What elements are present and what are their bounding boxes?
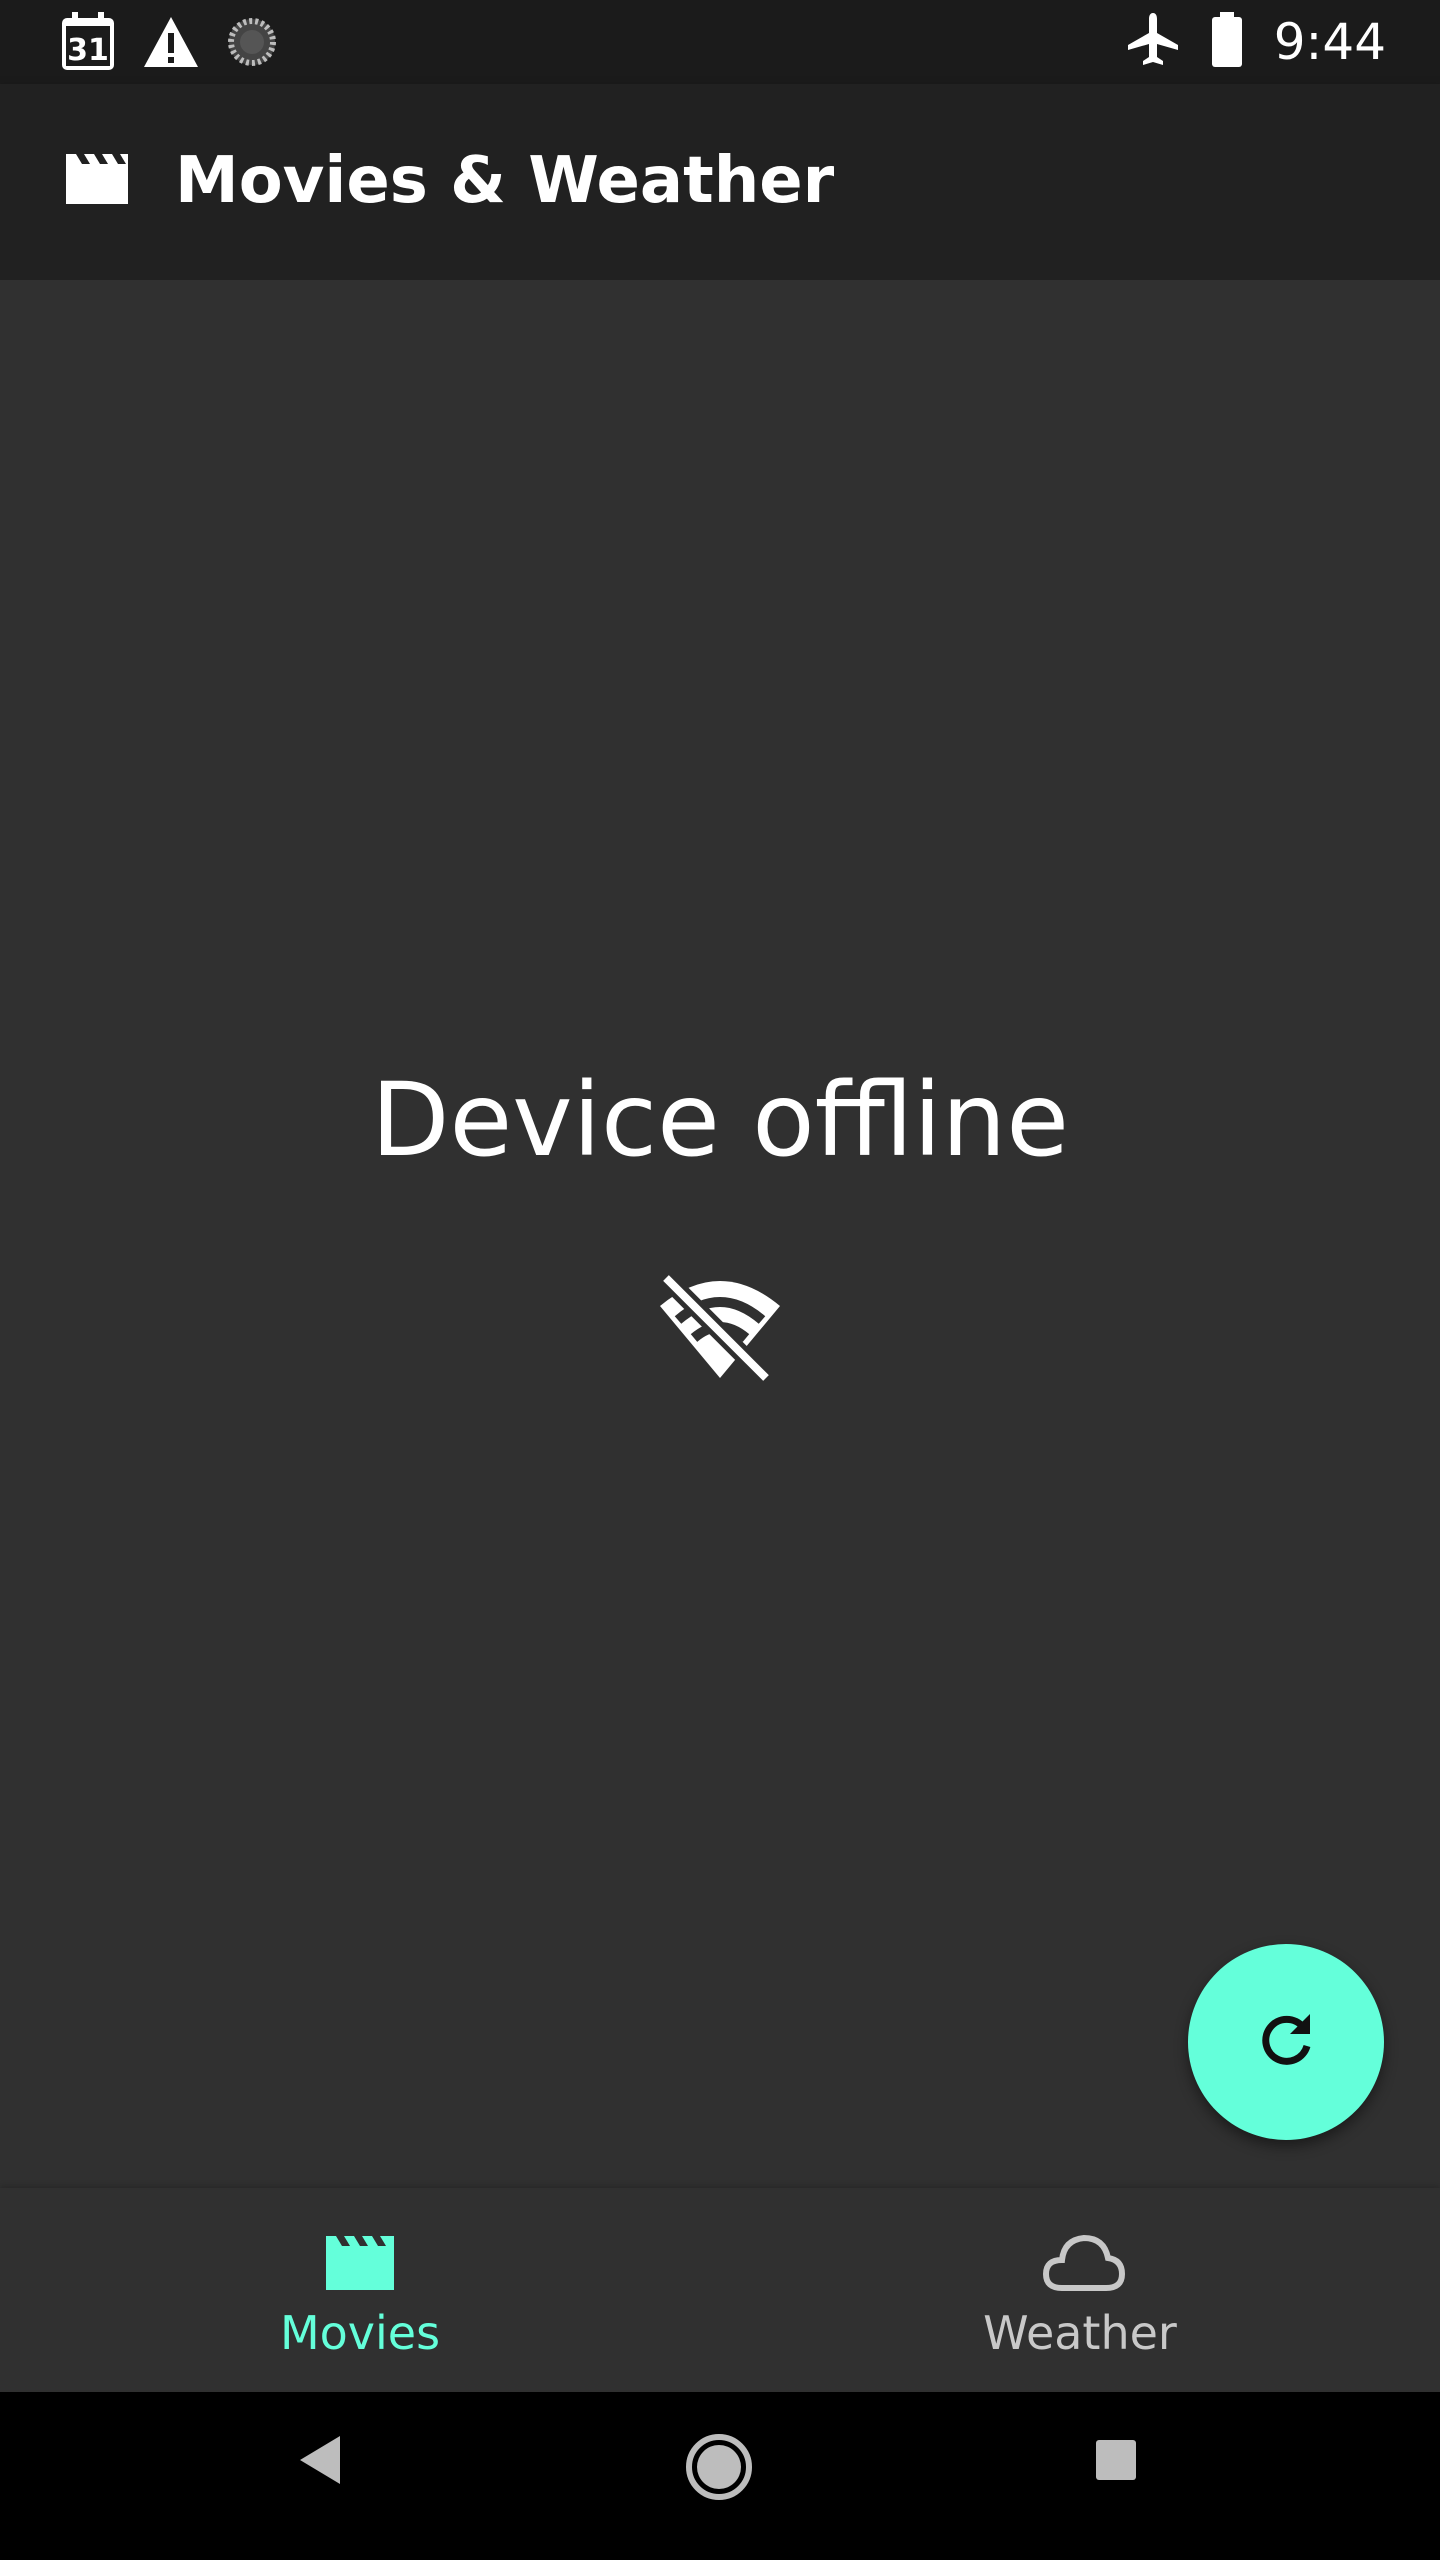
refresh-icon xyxy=(1254,2008,1318,2076)
app-title: Movies & Weather xyxy=(175,144,835,218)
recents-icon[interactable] xyxy=(1094,2438,1138,2486)
calendar-icon: 31 xyxy=(60,12,116,76)
status-notifications: 31 xyxy=(60,12,278,76)
nav-label-movies: Movies xyxy=(279,2306,441,2360)
main-content: Device offline xyxy=(0,280,1440,2180)
airplane-icon xyxy=(1126,11,1180,73)
warning-icon xyxy=(142,15,200,73)
cloud-icon xyxy=(1042,2232,1126,2298)
movie-clapper-icon xyxy=(62,150,132,212)
wifi-off-icon xyxy=(654,1270,786,1386)
nav-item-weather[interactable]: Weather xyxy=(720,2188,1440,2392)
system-navigation-bar xyxy=(0,2392,1440,2560)
app-bar: Movies & Weather xyxy=(0,84,1440,280)
nav-label-weather: Weather xyxy=(983,2306,1177,2360)
home-icon[interactable] xyxy=(684,2432,754,2506)
nav-item-movies[interactable]: Movies xyxy=(0,2188,720,2392)
status-bar: 31 9:44 xyxy=(0,0,1440,84)
status-system: 9:44 xyxy=(1126,10,1386,74)
back-icon[interactable] xyxy=(296,2432,346,2492)
refresh-button[interactable] xyxy=(1188,1944,1384,2140)
offline-message: Device offline xyxy=(370,1061,1069,1180)
loading-icon xyxy=(226,16,278,72)
movie-clapper-icon xyxy=(322,2232,398,2298)
battery-icon xyxy=(1210,12,1244,72)
calendar-day: 31 xyxy=(67,33,109,68)
status-time: 9:44 xyxy=(1273,13,1386,71)
bottom-navigation: Movies Weather xyxy=(0,2188,1440,2392)
